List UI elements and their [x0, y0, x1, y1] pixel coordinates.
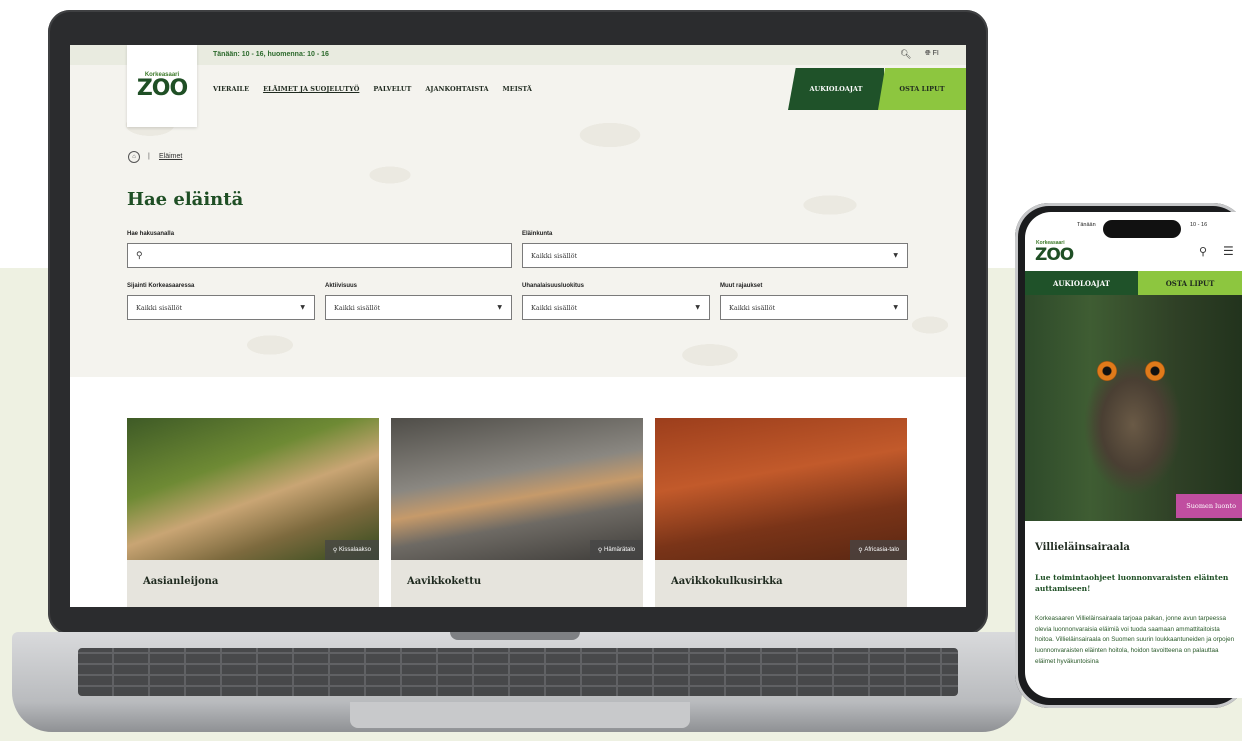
nav-item-vieraile[interactable]: VIERAILE [213, 85, 249, 93]
buy-tickets-button[interactable]: OSTA LIPUT [878, 68, 966, 110]
laptop-hinge [450, 632, 580, 640]
owl-eye [1145, 361, 1165, 381]
location-badge: ⚲ Hämärätalo [589, 540, 643, 560]
mobile-site: Tänään 10 - 16 Korkeasaari ZOO ⚲ ☰ AUKIO… [1025, 212, 1242, 698]
nav-item-meista[interactable]: MEISTÄ [503, 85, 532, 93]
caret-down-icon: ▼ [893, 304, 898, 311]
language-selector[interactable]: 🌐︎ FI [925, 50, 939, 58]
breadcrumb-current[interactable]: Eläimet [159, 153, 182, 160]
globe-icon: 🌐︎ [925, 50, 931, 57]
article-body: Korkeasaaren Villieläinsairaala tarjoaa … [1035, 615, 1235, 665]
kingdom-label: Eläinkunta [522, 231, 553, 237]
kingdom-select[interactable]: Kaikki sisällöt ▼ [522, 243, 908, 268]
location-label: Sijainti Korkeasaaressa [127, 283, 195, 289]
status-bar-left: Tänään [1077, 222, 1096, 228]
caret-down-icon: ▼ [893, 252, 898, 259]
threat-label: Uhanalaisuusluokitus [522, 283, 585, 289]
search-icon[interactable]: 🔍︎ [900, 49, 911, 60]
search-input[interactable]: ⚲ [127, 243, 512, 268]
animal-photo: ⚲ Hämärätalo [391, 418, 643, 560]
laptop-trackpad [350, 702, 690, 728]
status-bar-right: 10 - 16 [1190, 222, 1208, 228]
animal-card-list: ⚲ Kissalaakso Aasianleijona ⚲ Hämärätalo… [127, 418, 907, 607]
opening-hours: Tänään: 10 - 16, huomenna: 10 - 16 [213, 51, 329, 58]
animal-card[interactable]: ⚲ Hämärätalo Aavikkokettu [391, 418, 643, 607]
nav-item-ajankohtaista[interactable]: AJANKOHTAISTA [425, 85, 488, 93]
animal-photo: ⚲ Kissalaakso [127, 418, 379, 560]
nav-item-elaimet[interactable]: ELÄIMET JA SUOJELUTYÖ [263, 85, 359, 93]
caret-down-icon: ▼ [300, 304, 305, 311]
threat-select[interactable]: Kaikki sisällöt ▼ [522, 295, 710, 320]
caret-down-icon: ▼ [497, 304, 502, 311]
activity-label: Aktiivisuus [325, 283, 358, 289]
animal-card[interactable]: ⚲ Africasia-talo Aavikkokulkusirkka [655, 418, 907, 607]
search-icon[interactable]: ⚲ [1199, 245, 1207, 258]
category-tag[interactable]: Suomen luonto [1176, 494, 1242, 518]
location-badge: ⚲ Kissalaakso [324, 540, 379, 560]
page-title: Hae eläintä [127, 189, 244, 210]
opening-hours-button[interactable]: AUKIOLOAJAT [788, 68, 884, 110]
top-info-bar: Tänään: 10 - 16, huomenna: 10 - 16 🔍︎ 🌐︎… [70, 45, 966, 65]
owl-photo [1025, 295, 1242, 521]
owl-eye [1097, 361, 1117, 381]
location-badge: ⚲ Africasia-talo [850, 540, 907, 560]
main-nav: VIERAILE ELÄIMET JA SUOJELUTYÖ PALVELUT … [213, 85, 532, 93]
activity-select-value: Kaikki sisällöt [334, 303, 381, 312]
kingdom-select-value: Kaikki sisällöt [531, 251, 578, 260]
other-filters-select[interactable]: Kaikki sisällöt ▼ [720, 295, 908, 320]
location-select[interactable]: Kaikki sisällöt ▼ [127, 295, 315, 320]
animal-name: Aavikkokulkusirkka [671, 576, 783, 587]
other-filters-label: Muut rajaukset [720, 283, 763, 289]
language-label: FI [932, 50, 939, 57]
search-icon: ⚲ [136, 250, 143, 261]
desktop-site: Tänään: 10 - 16, huomenna: 10 - 16 🔍︎ 🌐︎… [70, 45, 966, 607]
search-label: Hae hakusanalla [127, 231, 175, 237]
location-badge-label: Africasia-talo [864, 547, 899, 553]
hero-section [70, 65, 966, 377]
animal-name: Aavikkokettu [407, 576, 482, 587]
home-icon[interactable]: ⌂ [128, 151, 140, 163]
buy-tickets-button[interactable]: OSTA LIPUT [1138, 271, 1242, 295]
logo-title: ZOO [136, 76, 188, 101]
activity-select[interactable]: Kaikki sisällöt ▼ [325, 295, 512, 320]
location-badge-label: Hämärätalo [603, 547, 635, 553]
other-filters-select-value: Kaikki sisällöt [729, 303, 776, 312]
article-heading: Villieläinsairaala [1035, 542, 1130, 553]
animal-name: Aasianleijona [143, 576, 219, 587]
caret-down-icon: ▼ [695, 304, 700, 311]
laptop-keyboard [78, 648, 958, 696]
logo-title[interactable]: ZOO [1035, 245, 1074, 265]
animal-photo: ⚲ Africasia-talo [655, 418, 907, 560]
opening-hours-button[interactable]: AUKIOLOAJAT [1025, 271, 1138, 295]
article-subheading: Lue toimintaohjeet luonnonvaraisten eläi… [1035, 573, 1229, 593]
animal-card[interactable]: ⚲ Kissalaakso Aasianleijona [127, 418, 379, 607]
nav-item-palvelut[interactable]: PALVELUT [373, 85, 411, 93]
hamburger-menu-icon[interactable]: ☰ [1223, 244, 1234, 258]
site-logo[interactable]: Korkeasaari ZOO [127, 45, 197, 127]
threat-select-value: Kaikki sisällöt [531, 303, 578, 312]
location-select-value: Kaikki sisällöt [136, 303, 183, 312]
breadcrumb-separator: | [148, 153, 150, 160]
phone-notch [1103, 220, 1181, 238]
location-badge-label: Kissalaakso [338, 547, 371, 553]
